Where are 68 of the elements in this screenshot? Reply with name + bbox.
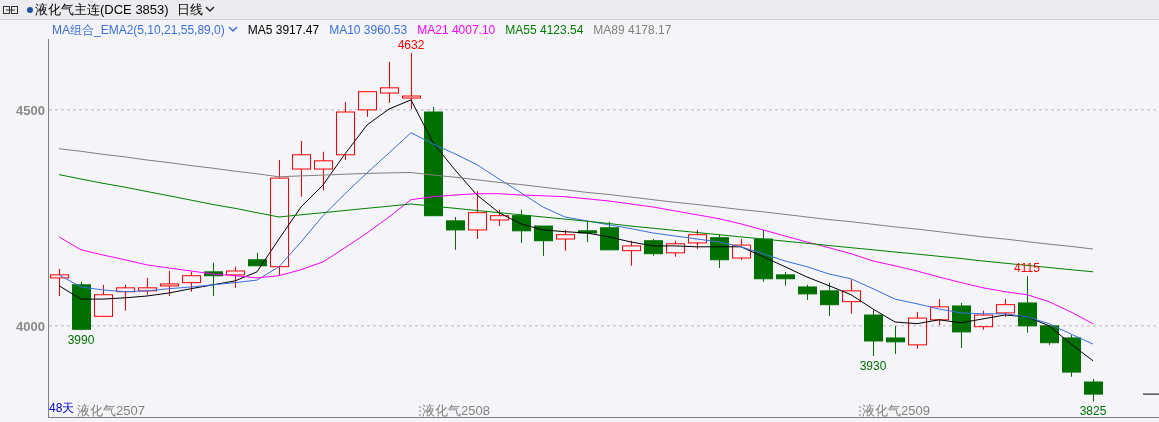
rising-candlestick bbox=[556, 229, 575, 252]
rising-candlestick bbox=[732, 238, 751, 261]
falling-candlestick bbox=[710, 234, 729, 269]
falling-candlestick bbox=[512, 209, 531, 244]
low-price-label: 3825 bbox=[1079, 404, 1107, 419]
rising-candlestick bbox=[50, 268, 69, 297]
falling-candlestick bbox=[578, 221, 597, 243]
falling-candlestick bbox=[864, 308, 883, 357]
indicator-value: MA5 3917.47 bbox=[247, 21, 320, 39]
x-axis-label: 液化气2507 bbox=[77, 403, 145, 418]
x-axis-label: 液化气2509 bbox=[862, 403, 930, 418]
falling-candlestick bbox=[248, 252, 267, 267]
rising-candlestick bbox=[622, 240, 641, 267]
chevron-down-icon bbox=[227, 26, 238, 33]
falling-candlestick bbox=[600, 221, 619, 251]
rising-candlestick bbox=[94, 284, 113, 318]
period-dropdown[interactable]: 日线 bbox=[176, 0, 215, 20]
indicator-value: MA55 4123.54 bbox=[505, 21, 584, 39]
falling-candlestick bbox=[72, 281, 91, 331]
rising-candlestick bbox=[688, 229, 707, 250]
falling-candlestick bbox=[1018, 275, 1037, 334]
falling-candlestick bbox=[820, 282, 839, 317]
rising-candlestick bbox=[116, 284, 135, 312]
y-axis-label: 4000 bbox=[16, 318, 45, 334]
rising-candlestick bbox=[468, 190, 487, 240]
chart-title: 液化气主连(DCE 3853) bbox=[35, 0, 169, 19]
high-price-label: 4115 bbox=[1014, 261, 1040, 276]
rising-candlestick bbox=[138, 277, 157, 296]
indicator-dropdown[interactable]: MA组合_EMA2(5,10,21,55,89,0) bbox=[52, 20, 238, 39]
low-price-label: 3930 bbox=[859, 359, 887, 374]
rising-candlestick bbox=[314, 151, 333, 192]
falling-candlestick bbox=[798, 284, 817, 301]
rising-candlestick bbox=[842, 279, 861, 315]
falling-candlestick bbox=[886, 325, 905, 355]
falling-candlestick bbox=[1084, 378, 1103, 402]
period-count: 48天 bbox=[49, 401, 75, 415]
rising-candlestick bbox=[292, 140, 311, 198]
rising-candlestick bbox=[996, 298, 1015, 318]
rising-candlestick bbox=[490, 209, 509, 227]
high-price-label: 4632 bbox=[397, 39, 425, 52]
rising-candlestick bbox=[380, 61, 399, 104]
rising-candlestick bbox=[930, 298, 949, 326]
falling-candlestick bbox=[1062, 334, 1081, 378]
indicator-value: MA89 4178.17 bbox=[593, 21, 672, 39]
last-price-marker bbox=[1142, 393, 1159, 395]
falling-candlestick bbox=[952, 302, 971, 349]
link-icon[interactable] bbox=[3, 5, 18, 14]
falling-candlestick bbox=[446, 216, 465, 251]
rising-candlestick bbox=[908, 311, 927, 350]
indicator-value: MA21 4007.10 bbox=[417, 21, 496, 39]
chevron-down-icon bbox=[204, 6, 215, 13]
rising-candlestick bbox=[226, 266, 245, 289]
indicator-value: MA10 3960.53 bbox=[329, 21, 408, 39]
rising-candlestick bbox=[336, 101, 355, 161]
rising-candlestick bbox=[974, 310, 993, 331]
falling-candlestick bbox=[204, 262, 223, 297]
falling-candlestick bbox=[534, 225, 553, 257]
rising-candlestick bbox=[402, 52, 421, 110]
y-axis-label: 4500 bbox=[16, 102, 45, 118]
rising-candlestick bbox=[358, 91, 377, 118]
rising-candlestick bbox=[160, 270, 179, 297]
falling-candlestick bbox=[1040, 324, 1059, 346]
falling-candlestick bbox=[754, 229, 773, 283]
low-price-label: 3990 bbox=[67, 333, 95, 348]
rising-candlestick bbox=[666, 240, 685, 258]
x-axis-label: 液化气2508 bbox=[422, 403, 490, 418]
rising-candlestick bbox=[182, 271, 201, 293]
falling-candlestick bbox=[776, 271, 795, 287]
